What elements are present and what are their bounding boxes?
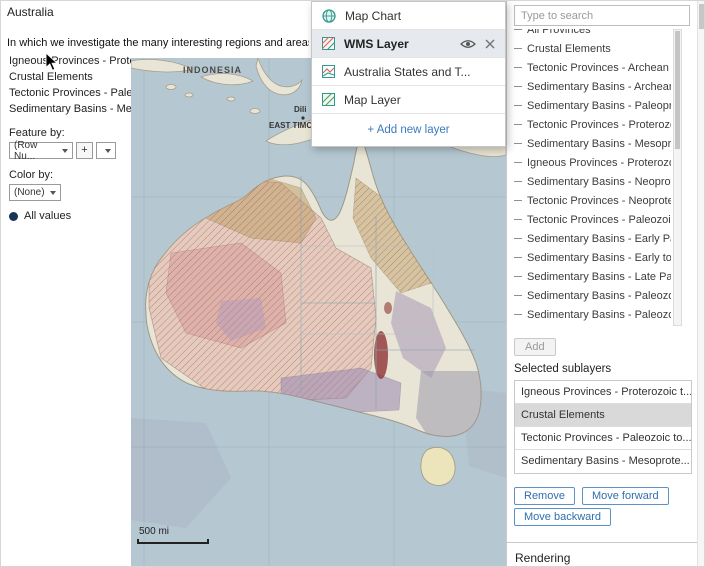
tree-connector (514, 143, 522, 144)
available-sublayer-item[interactable]: Sedimentary Basins - Late Pale... (514, 267, 671, 286)
selected-sublayer-item[interactable]: Tectonic Provinces - Paleozoic to... (515, 427, 691, 450)
feature-by-value: (Row Nu... (14, 140, 59, 162)
tree-connector (514, 200, 522, 201)
scrollbar-thumb[interactable] (675, 31, 680, 149)
all-values-marker-icon (9, 212, 18, 221)
legend: Igneous Provinces - Proteroz Crustal Ele… (9, 53, 131, 117)
search-input[interactable] (514, 5, 690, 26)
layer-label: Map Layer (344, 93, 495, 107)
rendering-label: Rendering (515, 551, 570, 565)
map-label-indonesia: INDONESIA (183, 65, 242, 75)
available-sublayers-list: All Provinces Crustal Elements Tectonic … (514, 29, 682, 326)
wms-layer-icon (322, 37, 335, 50)
tree-connector (514, 105, 522, 106)
add-sublayer-button[interactable]: Add (514, 338, 556, 356)
scrollbar-thumb[interactable] (699, 4, 705, 29)
move-forward-button[interactable]: Move forward (582, 487, 669, 505)
available-sublayer-item[interactable]: Tectonic Provinces - Paleozoic t... (514, 210, 671, 229)
panel-scrollbar[interactable] (697, 1, 705, 567)
available-sublayer-item[interactable]: Sedimentary Basins - Early Pal... (514, 229, 671, 248)
feature-by-label: Feature by: (9, 127, 116, 139)
map-scale: 500 mi (137, 526, 209, 544)
selected-sublayer-item[interactable]: Sedimentary Basins - Mesoprote... (515, 450, 691, 473)
layer-label: Australia States and T... (344, 65, 495, 79)
color-by-value: (None) (14, 187, 45, 198)
tree-connector (514, 181, 522, 182)
available-sublayer-item[interactable]: Sedimentary Basins - Mesoprot... (514, 134, 671, 153)
legend-layer-item[interactable]: Tectonic Provinces - Paleoz (9, 85, 131, 101)
chevron-down-icon (50, 191, 56, 195)
available-sublayer-item[interactable]: Sedimentary Basins - Paleozoic... (514, 305, 671, 324)
layer-row-australia-states[interactable]: Australia States and T... (312, 58, 505, 86)
feature-options-dropdown[interactable] (96, 142, 116, 159)
selected-sublayer-item[interactable]: Crustal Elements (515, 404, 691, 427)
map-label-dili: Dili (294, 105, 306, 114)
move-backward-button[interactable]: Move backward (514, 508, 611, 526)
layer-row-map-chart[interactable]: Map Chart (312, 2, 505, 30)
available-sublayer-item[interactable]: Sedimentary Basins - Paleoprot... (514, 96, 671, 115)
tree-connector (514, 162, 522, 163)
tree-connector (514, 276, 522, 277)
available-sublayer-item[interactable]: Tectonic Provinces - Archean to... (514, 58, 671, 77)
available-sublayer-item[interactable]: Tectonic Provinces - Neoproter... (514, 191, 671, 210)
application-window: Australia In which we investigate the ma… (0, 0, 705, 567)
tree-connector (514, 238, 522, 239)
tree-connector (514, 219, 522, 220)
available-sublayer-item[interactable]: Sedimentary Basins - Neoprote... (514, 172, 671, 191)
available-sublayer-item[interactable]: Sedimentary Basins - Early to L... (514, 248, 671, 267)
tree-connector (514, 67, 522, 68)
layer-label: Map Chart (345, 9, 495, 23)
tree-connector (514, 124, 522, 125)
visibility-eye-icon[interactable] (460, 39, 476, 49)
available-sublayer-item[interactable]: All Provinces (514, 29, 671, 39)
mouse-cursor-icon (45, 52, 59, 72)
all-values-label: All values (24, 210, 71, 222)
add-feature-button[interactable]: + (76, 142, 93, 159)
all-values-legend-entry[interactable]: All values (9, 210, 71, 222)
remove-button[interactable]: Remove (514, 487, 575, 505)
feature-by-section: Feature by: (Row Nu... + (9, 123, 116, 159)
list-scrollbar[interactable] (673, 29, 682, 326)
tree-connector (514, 86, 522, 87)
feature-by-dropdown[interactable]: (Row Nu... (9, 142, 73, 159)
map-layer-icon (322, 93, 335, 106)
layer-label: WMS Layer (344, 37, 454, 51)
color-by-section: Color by: (None) (9, 165, 61, 201)
page-subtitle: In which we investigate the many interes… (7, 37, 309, 49)
available-sublayer-item[interactable]: Tectonic Provinces - Proterozoic (514, 115, 671, 134)
scale-bar (137, 539, 209, 544)
color-by-dropdown[interactable]: (None) (9, 184, 61, 201)
available-sublayer-item[interactable]: Crustal Elements (514, 39, 671, 58)
color-by-label: Color by: (9, 169, 61, 181)
available-sublayer-item[interactable]: Sedimentary Basins - Paleozoic... (514, 286, 671, 305)
selected-sublayer-item[interactable]: Igneous Provinces - Proterozoic t... (515, 381, 691, 404)
scale-label: 500 mi (139, 526, 209, 537)
chevron-down-icon (62, 149, 68, 153)
tree-connector (514, 29, 522, 30)
legend-layer-item[interactable]: Sedimentary Basins - Mesoz (9, 101, 131, 117)
states-layer-icon (322, 65, 335, 78)
layer-list-popup: Map Chart WMS Layer (311, 1, 506, 147)
tree-connector (514, 257, 522, 258)
available-sublayer-item[interactable]: Sedimentary Basins - Archean t... (514, 77, 671, 96)
add-new-layer-button[interactable]: + Add new layer (312, 114, 505, 146)
page-title: Australia (7, 5, 54, 19)
wms-settings-panel: All Provinces Crustal Elements Tectonic … (506, 1, 705, 567)
layer-row-map-layer[interactable]: Map Layer (312, 86, 505, 114)
globe-icon (322, 9, 336, 23)
chevron-down-icon (105, 149, 111, 153)
selected-sublayers-label: Selected sublayers (514, 363, 611, 375)
tree-connector (514, 314, 522, 315)
legend-layer-item[interactable]: Igneous Provinces - Proteroz (9, 53, 131, 69)
close-icon[interactable] (485, 39, 495, 49)
available-sublayer-item[interactable]: Igneous Provinces - Proterozoi... (514, 153, 671, 172)
tree-connector (514, 295, 522, 296)
legend-layer-item[interactable]: Crustal Elements (9, 69, 131, 85)
rendering-section-header[interactable]: Rendering (507, 542, 705, 567)
layer-row-wms-layer[interactable]: WMS Layer (312, 30, 505, 58)
tree-connector (514, 48, 522, 49)
selected-sublayers-list: Igneous Provinces - Proterozoic t... Cru… (514, 380, 692, 474)
